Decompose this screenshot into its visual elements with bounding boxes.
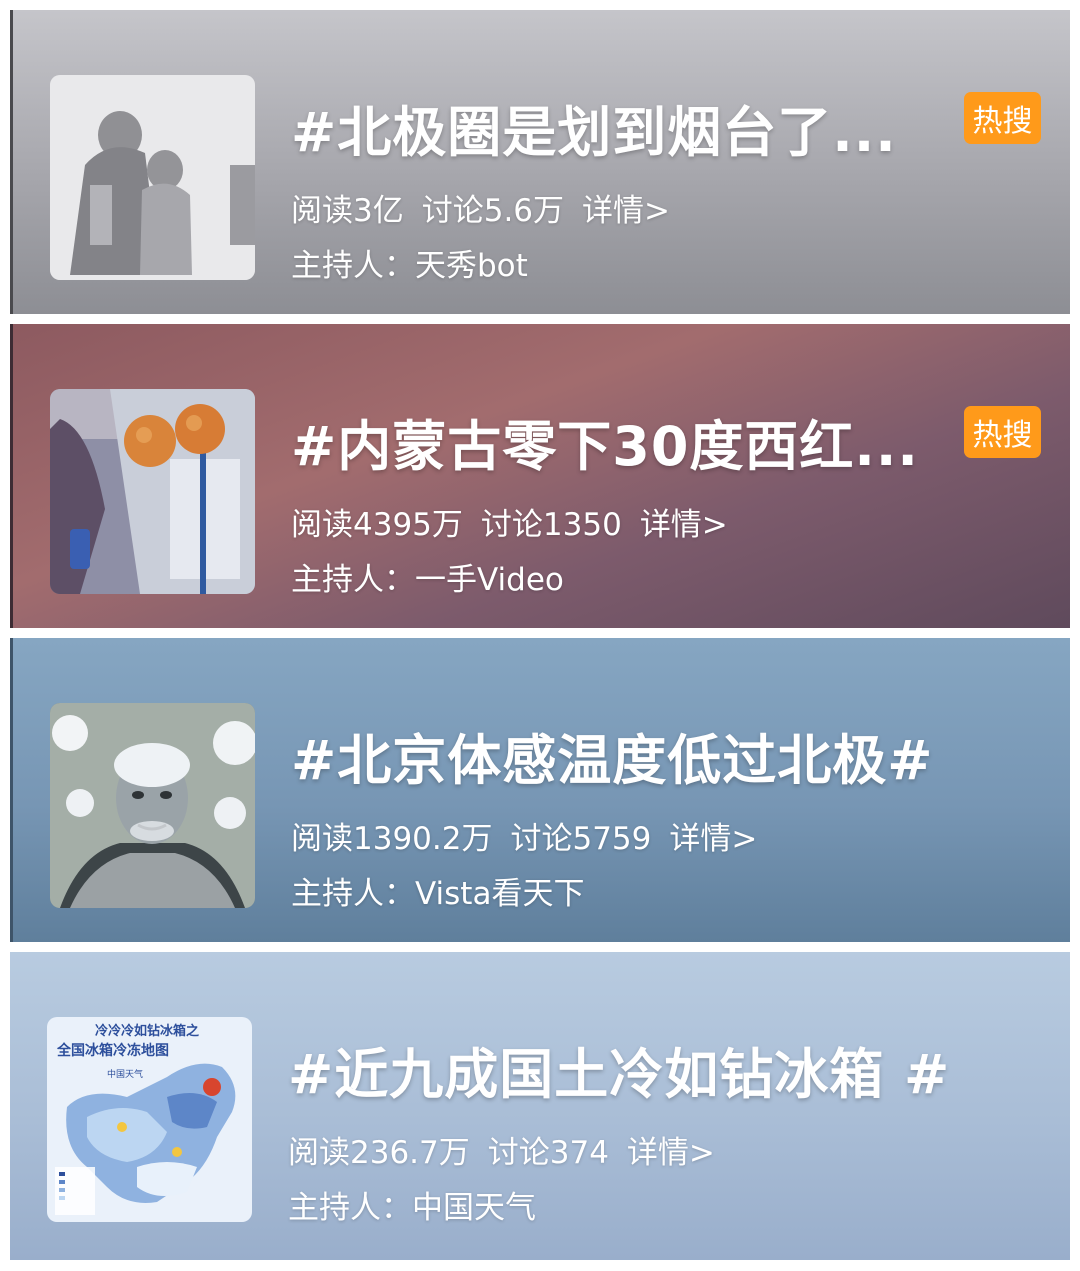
discussion-count: 讨论1350 (480, 507, 622, 543)
hot-search-badge: 热搜 (964, 406, 1041, 458)
topic-host: 主持人：天秀bot (291, 248, 528, 284)
topic-stats: 阅读3亿 讨论5.6万 详情> (291, 185, 688, 230)
map-brand: 中国天气 (107, 1068, 143, 1080)
details-link[interactable]: 详情> (582, 193, 670, 229)
map-heading-line1: 冷冷冷如钻冰箱之 (95, 1023, 199, 1039)
details-link[interactable]: 详情> (640, 507, 728, 543)
topic-stats: 阅读4395万 讨论1350 详情> (291, 499, 746, 544)
read-count: 阅读3亿 (291, 193, 404, 229)
topic-host: 主持人：中国天气 (288, 1190, 536, 1226)
topic-thumbnail[interactable] (50, 703, 255, 908)
topic-card[interactable]: #北极圈是划到烟台了... 热搜 阅读3亿 讨论5.6万 详情> 主持人：天秀bot (10, 10, 1070, 314)
topic-thumbnail[interactable] (50, 75, 255, 280)
read-count: 阅读1390.2万 (291, 821, 493, 857)
topic-card[interactable]: #内蒙古零下30度西红... 热搜 阅读4395万 讨论1350 详情> 主持人：一… (10, 324, 1070, 628)
topic-host: 主持人：Vista看天下 (291, 876, 585, 912)
snowstorm-people-image (50, 75, 255, 280)
topic-thumbnail[interactable] (50, 389, 255, 594)
discussion-count: 讨论5.6万 (421, 193, 565, 229)
topic-title[interactable]: #北京体感温度低过北极# (291, 716, 934, 795)
map-heading-line2: 全国冰箱冷冻地图 (56, 1042, 169, 1059)
frozen-man-image (50, 703, 255, 908)
discussion-count: 讨论5759 (510, 821, 652, 857)
details-link[interactable]: 详情> (627, 1135, 715, 1171)
read-count: 阅读236.7万 (288, 1135, 470, 1171)
topic-card[interactable]: #北京体感温度低过北极# 阅读1390.2万 讨论5759 详情> 主持人：Vist… (10, 638, 1070, 942)
topic-title[interactable]: #近九成国土冷如钻冰箱 # (288, 1030, 950, 1109)
hot-search-badge: 热搜 (964, 92, 1041, 144)
topic-stats: 阅读1390.2万 讨论5759 详情> (291, 813, 775, 858)
china-cold-map-image: 冷冷冷如钻冰箱之 全国冰箱冷冻地图 中国天气 (47, 1017, 252, 1222)
topic-title[interactable]: #内蒙古零下30度西红... (291, 402, 919, 481)
frozen-tomatoes-image (50, 389, 255, 594)
details-link[interactable]: 详情> (669, 821, 757, 857)
topic-title[interactable]: #北极圈是划到烟台了... (291, 88, 897, 167)
topic-host: 主持人：一手Video (291, 562, 564, 598)
read-count: 阅读4395万 (291, 507, 463, 543)
topic-card[interactable]: 冷冷冷如钻冰箱之 全国冰箱冷冻地图 中国天气 #近九成国土冷如钻冰箱 # 阅读2… (10, 952, 1070, 1260)
discussion-count: 讨论374 (487, 1135, 609, 1171)
topic-stats: 阅读236.7万 讨论374 详情> (288, 1127, 733, 1172)
topic-thumbnail[interactable]: 冷冷冷如钻冰箱之 全国冰箱冷冻地图 中国天气 (47, 1017, 252, 1222)
